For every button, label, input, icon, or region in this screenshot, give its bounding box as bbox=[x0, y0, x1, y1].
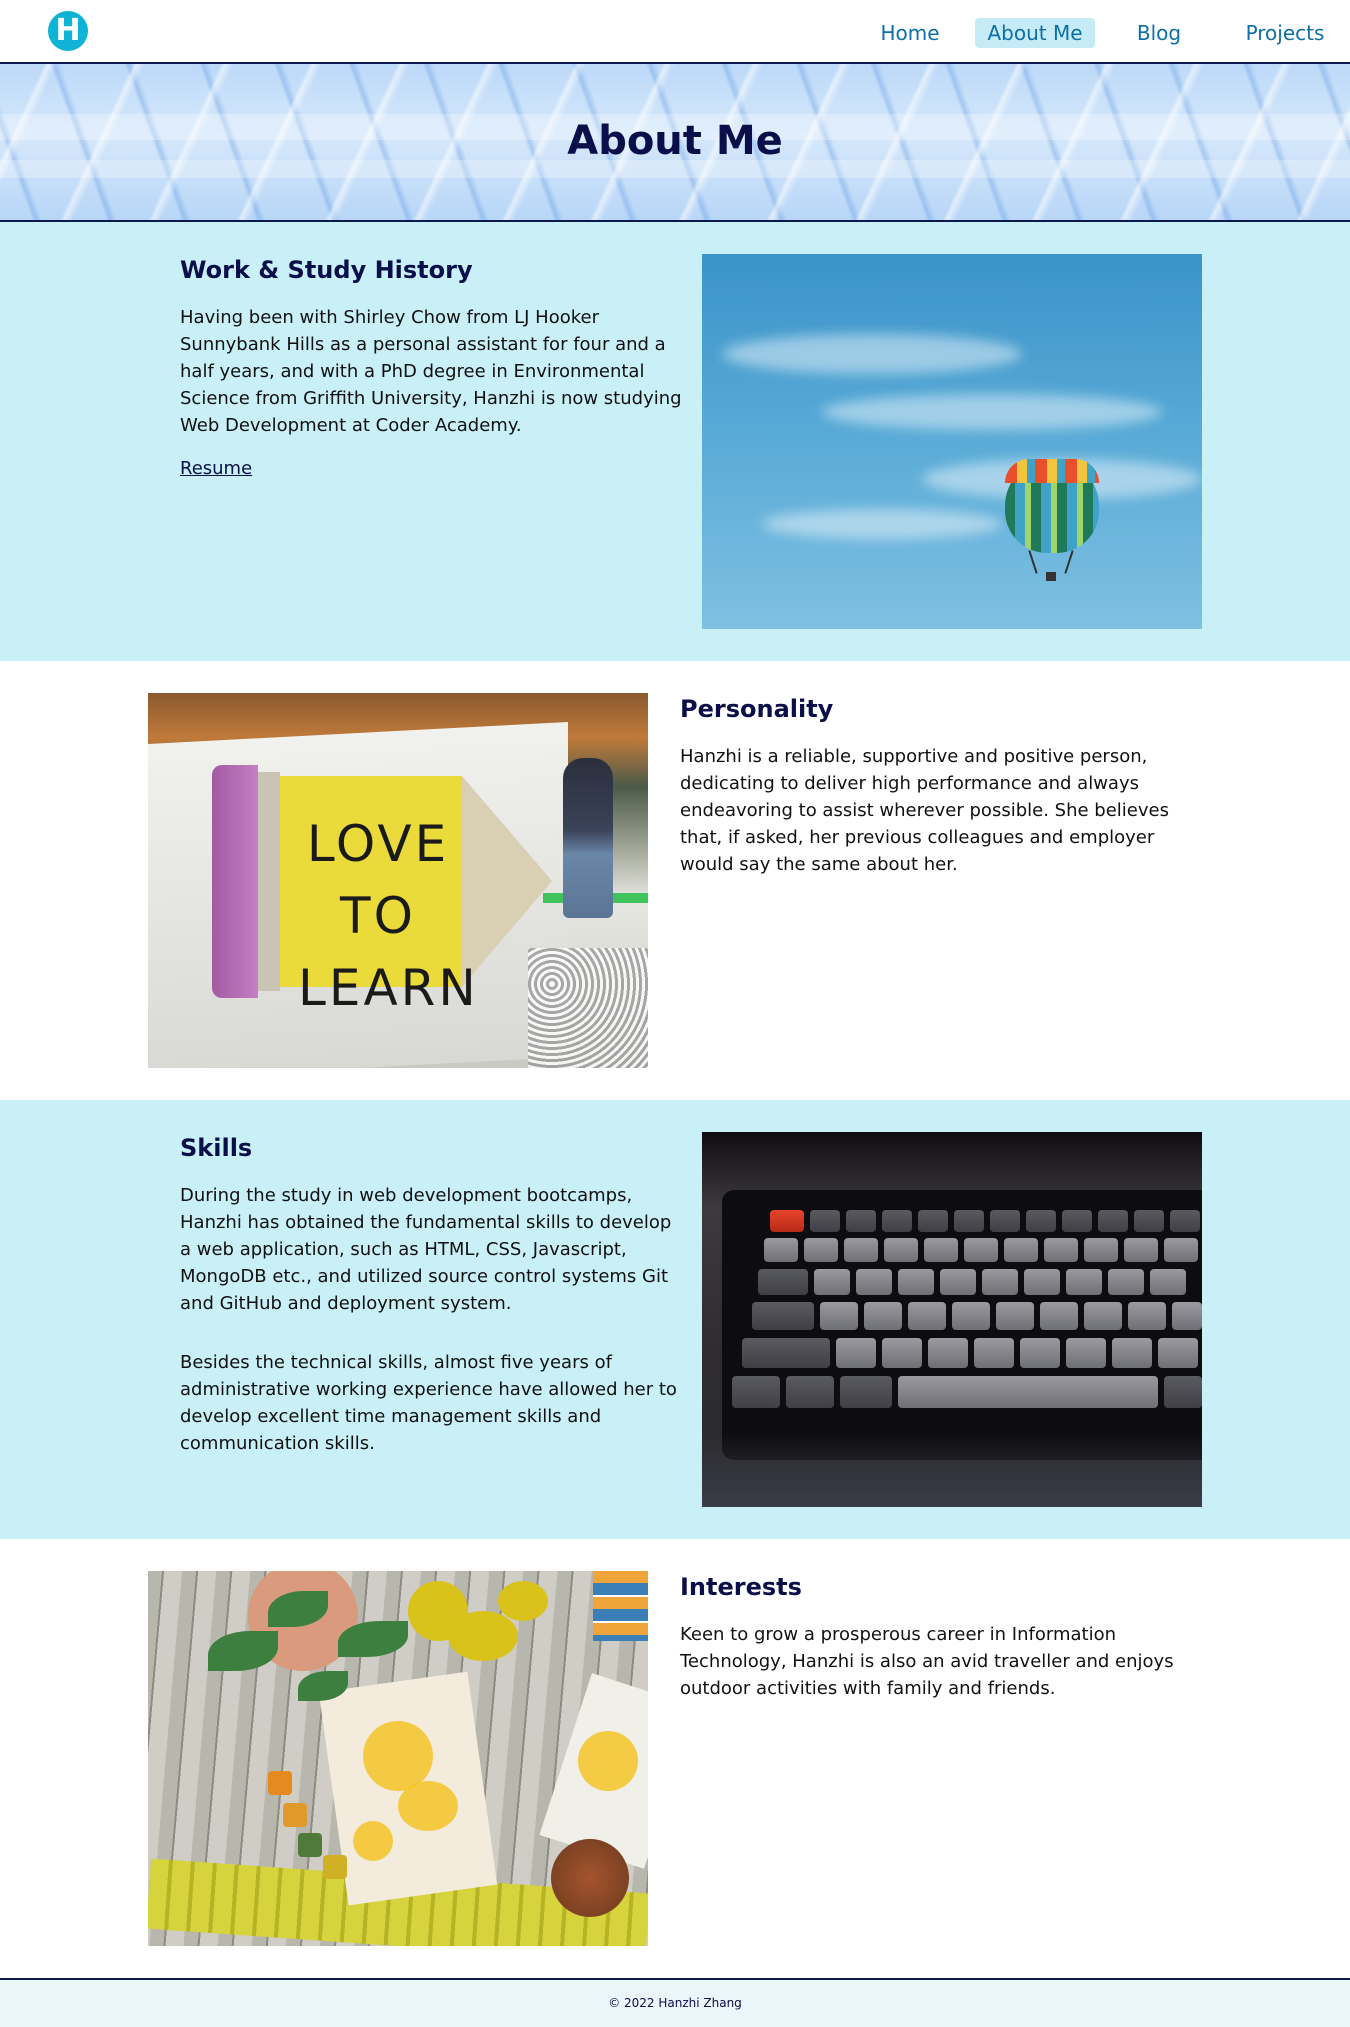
nav-projects-link[interactable]: Projects bbox=[1236, 18, 1334, 48]
love-to-learn-photo: LOVE TO LEARN bbox=[148, 693, 648, 1068]
resume-link[interactable]: Resume bbox=[180, 458, 252, 479]
hero-banner: About Me bbox=[0, 64, 1350, 222]
personality-text: Hanzhi is a reliable, supportive and pos… bbox=[680, 746, 1169, 875]
work-section: Work & Study History Having been with Sh… bbox=[0, 222, 1350, 661]
work-text: Having been with Shirley Chow from LJ Ho… bbox=[180, 307, 682, 436]
personality-section: LOVE TO LEARN Personality Hanzhi is a re… bbox=[0, 661, 1350, 1100]
pencil-sign-text: LOVE TO LEARN bbox=[298, 815, 479, 1017]
nav-home-link[interactable]: Home bbox=[868, 18, 952, 48]
keyboard-photo bbox=[702, 1132, 1202, 1507]
page-title: About Me bbox=[567, 118, 783, 164]
skills-text-1: During the study in web development boot… bbox=[180, 1185, 672, 1314]
nav-blog-link[interactable]: Blog bbox=[1125, 18, 1193, 48]
personality-heading: Personality bbox=[680, 695, 834, 723]
main-nav: Home About Me Blog Projects bbox=[0, 18, 1350, 48]
interests-heading: Interests bbox=[680, 1573, 802, 1601]
interests-section: Interests Keen to grow a prosperous care… bbox=[0, 1539, 1350, 1978]
work-heading: Work & Study History bbox=[180, 256, 473, 284]
skills-section: Skills During the study in web developme… bbox=[0, 1100, 1350, 1539]
site-header: H Home About Me Blog Projects bbox=[0, 0, 1350, 64]
site-footer: © 2022 Hanzhi Zhang bbox=[0, 1978, 1350, 2027]
nav-about-link[interactable]: About Me bbox=[975, 18, 1095, 48]
watercolor-art-photo bbox=[148, 1571, 648, 1946]
person-walking bbox=[563, 758, 613, 918]
interests-text: Keen to grow a prosperous career in Info… bbox=[680, 1624, 1174, 1699]
skills-heading: Skills bbox=[180, 1134, 253, 1162]
skills-text-2: Besides the technical skills, almost fiv… bbox=[180, 1352, 677, 1454]
balloon-photo bbox=[702, 254, 1202, 629]
copyright-text: © 2022 Hanzhi Zhang bbox=[608, 1996, 742, 2010]
